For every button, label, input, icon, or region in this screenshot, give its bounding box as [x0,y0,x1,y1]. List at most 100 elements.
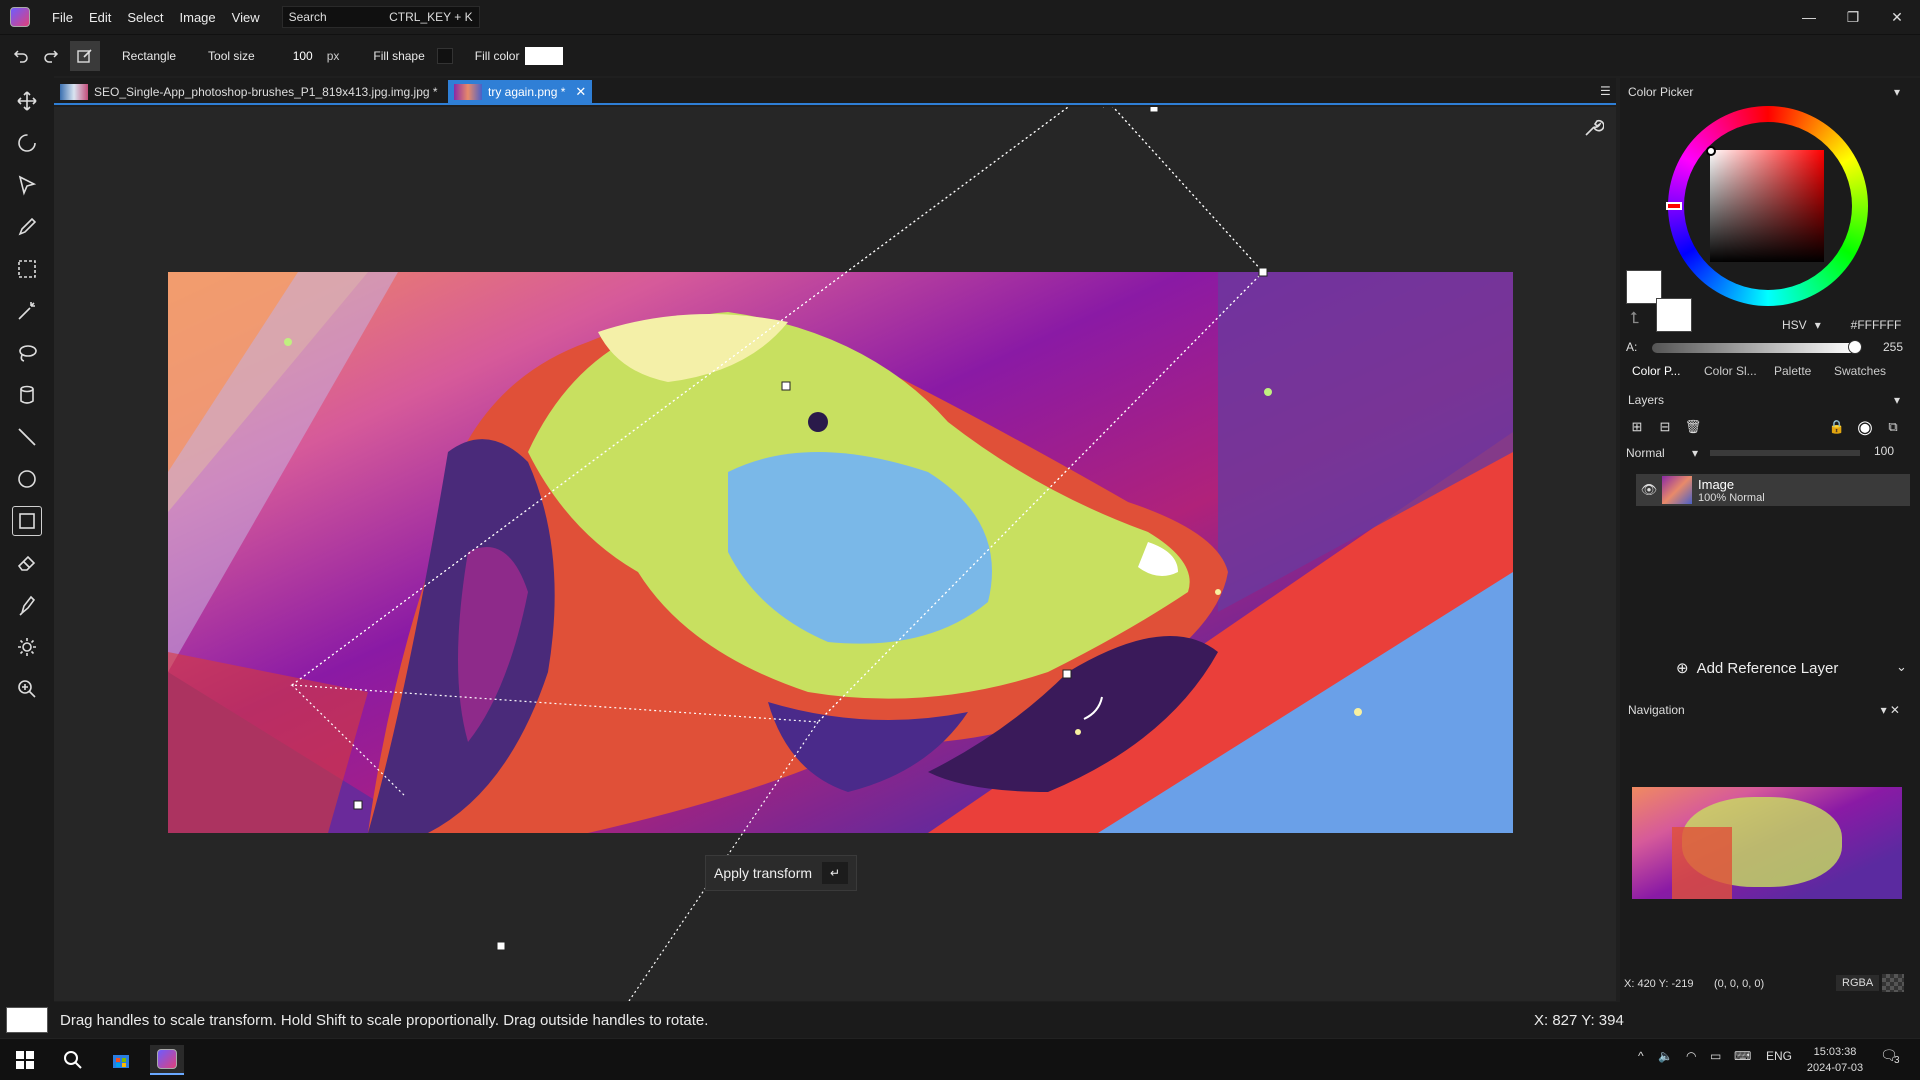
rect-select-tool[interactable] [12,254,42,284]
menu-edit[interactable]: Edit [81,10,119,25]
eraser-tool[interactable] [12,548,42,578]
volume-icon[interactable]: 🔈 [1658,1049,1673,1063]
color-cursor[interactable] [1706,146,1716,156]
chevron-down-icon: ▾ [1691,446,1698,460]
line-tool[interactable] [12,422,42,452]
close-tab-icon[interactable]: ✕ [575,84,586,100]
search-input[interactable]: Search CTRL_KEY + K [281,6,480,28]
brightness-tool[interactable] [12,632,42,662]
menu-select[interactable]: Select [119,10,171,25]
close-window-button[interactable]: ✕ [1874,0,1920,34]
ellipse-icon [18,470,36,488]
secondary-color-swatch[interactable] [1656,298,1692,332]
tab-document-1[interactable]: SEO_Single-App_photoshop-brushes_P1_819x… [54,80,444,103]
menu-bar: File Edit Select Image View Search CTRL_… [0,0,1920,34]
hue-cursor[interactable] [1666,202,1682,210]
add-layer-icon[interactable]: ⊞ [1626,416,1648,438]
keyboard-icon[interactable]: ⌨ [1734,1049,1751,1063]
pencil-tool[interactable] [12,212,42,242]
mask-icon[interactable]: ◉ [1854,416,1876,438]
color-mode-select[interactable]: HSV ▾ [1782,318,1821,332]
zoom-tool[interactable] [12,674,42,704]
add-reference-layer-button[interactable]: ⊕ Add Reference Layer [1676,659,1838,678]
alpha-slider[interactable] [1652,343,1856,353]
settings-wrench-button[interactable] [1582,117,1605,139]
fill-shape-checkbox[interactable] [436,47,453,64]
swap-colors-icon[interactable]: ⮤ [1630,310,1650,330]
restore-button[interactable]: ❐ [1830,0,1876,34]
status-hint: Drag handles to scale transform. Hold Sh… [60,1011,709,1029]
status-bar: Drag handles to scale transform. Hold Sh… [0,1002,1920,1038]
edit-shape-button[interactable] [70,40,100,71]
tool-size-input[interactable]: 100 [279,49,313,63]
tab-color-picker[interactable]: Color P... [1632,364,1680,378]
menu-file[interactable]: File [44,10,81,25]
tab-color-sliders[interactable]: Color Sl... [1704,364,1757,378]
saturation-value-square[interactable] [1710,150,1824,262]
wifi-icon[interactable]: ◠ [1686,1049,1696,1063]
minimize-icon: — [1802,9,1816,25]
undo-button[interactable] [6,41,36,71]
pen-tool[interactable] [12,590,42,620]
redo-button[interactable] [36,41,66,71]
apply-transform-button[interactable]: Apply transform ↵ [705,855,858,891]
notifications-button[interactable]: 🗨 3 [1880,1047,1906,1071]
language-indicator[interactable]: ENG [1766,1049,1792,1063]
taskbar-app-button[interactable] [150,1045,184,1075]
enter-key-icon: ↵ [822,862,849,884]
alpha-slider-handle[interactable] [1848,340,1862,354]
rotate-tool[interactable] [12,128,42,158]
ellipse-tool[interactable] [12,464,42,494]
chevron-down-icon: ▾ [1814,318,1821,332]
lock-icon[interactable]: 🔒 [1826,416,1848,438]
tab-document-2[interactable]: try again.png * ✕ [448,80,593,103]
rectangle-tool[interactable] [12,506,42,536]
delete-layer-icon[interactable]: 🗑 [1682,416,1704,438]
right-panel: Color Picker ▾ ⮤ HSV ▾ #FFFFFF A: 255 Co… [1620,78,1920,1002]
taskbar-search-button[interactable] [56,1045,90,1075]
brightness-icon [18,638,36,656]
chevron-down-icon[interactable]: ▾ [1894,85,1900,99]
bucket-tool[interactable] [12,380,42,410]
blend-mode-select[interactable]: Normal ▾ [1626,444,1698,462]
undo-icon [13,49,28,63]
minimize-button[interactable]: — [1786,0,1832,34]
layer-opacity-value[interactable]: 100 [1866,444,1902,458]
add-folder-icon[interactable]: ⊟ [1654,416,1676,438]
store-button[interactable] [104,1045,138,1075]
battery-icon[interactable]: ▭ [1710,1049,1721,1063]
magic-wand-icon [18,302,35,320]
chevron-down-icon[interactable]: ⌄ [1896,659,1907,675]
tabs-menu-icon[interactable]: ☰ [1600,84,1616,98]
fill-color-swatch[interactable] [525,46,564,65]
chevron-down-icon[interactable]: ▾ [1894,393,1900,407]
lasso-tool[interactable] [12,338,42,368]
tab-label: try again.png * [488,84,566,99]
menu-view[interactable]: View [224,10,268,25]
notification-count: 3 [1894,1055,1900,1066]
eye-icon[interactable]: 👁 [1638,482,1660,498]
alpha-value[interactable]: 255 [1876,340,1910,354]
magic-wand-tool[interactable] [12,296,42,326]
layers-title: Layers [1628,393,1665,407]
hex-input[interactable]: #FFFFFF [1840,316,1912,334]
clock[interactable]: 15:03:38 2024-07-03 [1800,1044,1870,1076]
rgba-mode-button[interactable]: RGBA [1836,975,1880,991]
transparency-swatch [1882,974,1904,992]
taskbar: ^ 🔈 ◠ ▭ ⌨ ENG 15:03:38 2024-07-03 🗨 3 [0,1038,1920,1080]
tray-overflow-icon[interactable]: ^ [1638,1049,1644,1063]
pointer-tool[interactable] [12,170,42,200]
move-tool[interactable] [12,86,42,116]
close-icon[interactable]: ▾ ✕ [1881,703,1900,717]
navigation-preview[interactable] [1632,787,1902,899]
tool-size-label: Tool size [208,48,255,63]
tab-swatches[interactable]: Swatches [1834,364,1886,378]
layer-row[interactable]: 👁 Image 100% Normal [1636,474,1910,506]
color-mode-label: HSV [1782,318,1807,332]
menu-image[interactable]: Image [172,10,224,25]
search-icon [64,1051,82,1069]
link-icon[interactable]: ⧉ [1882,416,1904,438]
tab-palette[interactable]: Palette [1774,364,1811,378]
start-button[interactable] [8,1045,42,1075]
layer-opacity-slider[interactable] [1710,450,1860,456]
